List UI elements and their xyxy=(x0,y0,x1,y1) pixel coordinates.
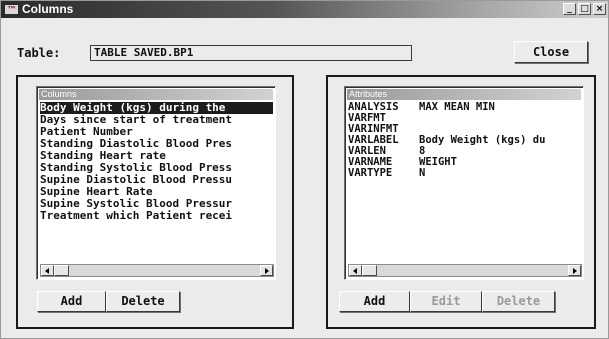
minimize-icon[interactable]: _ xyxy=(563,3,576,15)
scroll-right-arrow-icon[interactable] xyxy=(260,265,273,276)
attribute-name: VARFMT xyxy=(348,113,386,124)
attribute-value: WEIGHT xyxy=(419,157,457,168)
title-bar[interactable]: ᵀᴹ Columns _ □ × xyxy=(1,1,608,18)
attribute-list-item[interactable]: VARFMT xyxy=(348,113,581,124)
scroll-thumb[interactable] xyxy=(362,265,377,276)
attribute-name: VARLABEL xyxy=(348,135,399,146)
window-title: Columns xyxy=(22,2,74,16)
attributes-listbox[interactable]: Attributes ANALYSIS MAX MEAN MIN VARFMT VAR… xyxy=(344,86,584,280)
columns-listbox[interactable]: Columns Body Weight (kgs) during the Days… xyxy=(36,86,276,280)
scroll-left-arrow-icon[interactable] xyxy=(41,265,54,276)
close-icon[interactable]: × xyxy=(593,3,606,15)
table-name-field[interactable]: TABLE SAVED.BP1 xyxy=(90,45,412,61)
attributes-panel: Attributes ANALYSIS MAX MEAN MIN VARFMT VAR… xyxy=(326,75,596,329)
column-list-item[interactable]: Standing Heart rate xyxy=(40,150,273,162)
columns-horizontal-scrollbar[interactable] xyxy=(40,264,274,277)
add-attribute-button[interactable]: Add xyxy=(339,291,410,312)
attribute-value: Body Weight (kgs) du xyxy=(419,135,546,146)
column-list-item[interactable]: Treatment which Patient recei xyxy=(40,210,273,222)
attribute-value xyxy=(419,124,581,135)
attribute-value: 8 xyxy=(419,146,426,157)
attribute-list-item[interactable]: VARNAME WEIGHT xyxy=(348,157,581,168)
sas-window-icon[interactable]: ᵀᴹ xyxy=(5,5,18,14)
columns-list[interactable]: Body Weight (kgs) during the Days since s… xyxy=(40,102,273,222)
attributes-list-header: Attributes xyxy=(347,89,581,100)
attribute-list-item[interactable]: VARTYPE N xyxy=(348,168,581,179)
edit-attribute-button[interactable]: Edit xyxy=(410,291,482,312)
column-list-item[interactable]: Body Weight (kgs) during the xyxy=(40,102,273,114)
attribute-list-item[interactable]: ANALYSIS MAX MEAN MIN xyxy=(348,102,581,113)
maximize-icon[interactable]: □ xyxy=(578,3,591,15)
attributes-horizontal-scrollbar[interactable] xyxy=(348,264,582,277)
column-list-item[interactable]: Supine Heart Rate xyxy=(40,186,273,198)
columns-window: ᵀᴹ Columns _ □ × Table: TABLE SAVED.BP1 … xyxy=(0,0,609,339)
column-list-item[interactable]: Supine Systolic Blood Pressur xyxy=(40,198,273,210)
attribute-value: MAX MEAN MIN xyxy=(419,102,495,113)
table-label: Table: xyxy=(17,46,61,60)
attribute-value: N xyxy=(419,168,426,179)
column-list-item[interactable]: Days since start of treatment xyxy=(40,114,273,126)
delete-column-button[interactable]: Delete xyxy=(106,291,180,312)
attribute-name: ANALYSIS xyxy=(348,102,399,113)
column-list-item[interactable]: Patient Number xyxy=(40,126,273,138)
attribute-list-item[interactable]: VARINFMT xyxy=(348,124,581,135)
column-list-item[interactable]: Supine Diastolic Blood Pressu xyxy=(40,174,273,186)
attribute-name: VARINFMT xyxy=(348,124,399,135)
scroll-left-arrow-icon[interactable] xyxy=(349,265,362,276)
attribute-list-item[interactable]: VARLABEL Body Weight (kgs) du xyxy=(348,135,581,146)
attributes-list[interactable]: ANALYSIS MAX MEAN MIN VARFMT VARINFMT VARLAB… xyxy=(348,102,581,179)
delete-attribute-button[interactable]: Delete xyxy=(482,291,555,312)
attribute-list-item[interactable]: VARLEN 8 xyxy=(348,146,581,157)
scroll-right-arrow-icon[interactable] xyxy=(568,265,581,276)
columns-list-header: Columns xyxy=(39,89,273,100)
column-list-item[interactable]: Standing Systolic Blood Press xyxy=(40,162,273,174)
attribute-name: VARTYPE xyxy=(348,168,393,179)
columns-panel: Columns Body Weight (kgs) during the Days… xyxy=(16,75,294,329)
attribute-name: VARNAME xyxy=(348,157,393,168)
column-list-item[interactable]: Standing Diastolic Blood Pres xyxy=(40,138,273,150)
scroll-thumb[interactable] xyxy=(54,265,69,276)
close-button[interactable]: Close xyxy=(514,41,588,63)
add-column-button[interactable]: Add xyxy=(37,291,106,312)
attribute-name: VARLEN xyxy=(348,146,386,157)
attribute-value xyxy=(419,113,581,124)
